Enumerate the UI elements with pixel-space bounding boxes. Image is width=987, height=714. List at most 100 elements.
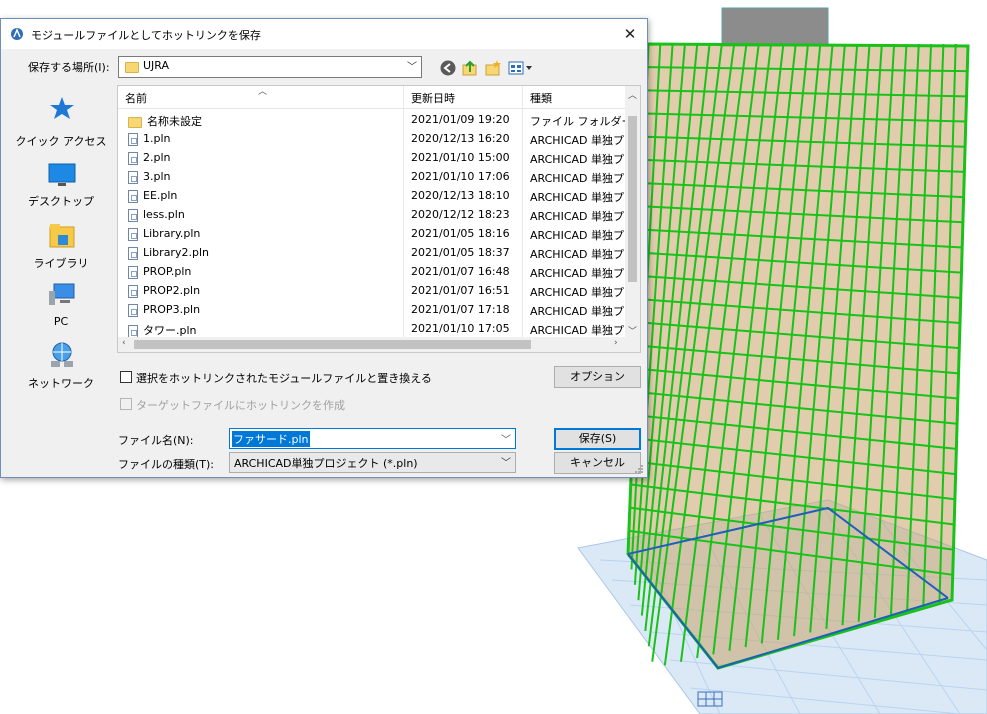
file-name-text: 名称未設定	[147, 115, 202, 128]
save-hotlink-dialog: モジュールファイルとしてホットリンクを保存 ✕ 保存する場所(I): UJRA …	[0, 18, 648, 478]
file-name-text: PROP3.pln	[143, 303, 201, 316]
file-list[interactable]: 名前 ︿ 更新日時 種類 名称未設定 2021/01/09 19:20 ファイル フ…	[117, 85, 641, 353]
scroll-down-icon[interactable]: ﹀	[628, 324, 637, 337]
up-folder-icon[interactable]	[461, 59, 479, 77]
resize-grip-icon[interactable]	[634, 464, 644, 474]
save-in-dropdown[interactable]: UJRA ﹀	[118, 56, 422, 78]
file-type: ARCHICAD 単独プ...	[530, 134, 626, 147]
save-button[interactable]: 保存(S)	[554, 428, 641, 450]
file-type: ARCHICAD 単独プ...	[530, 229, 626, 242]
replace-checkbox[interactable]	[120, 371, 132, 383]
pln-file-icon	[128, 208, 138, 222]
tower-model	[626, 7, 970, 670]
dialog-title: モジュールファイルとしてホットリンクを保存	[31, 29, 261, 42]
close-icon[interactable]: ✕	[619, 23, 641, 45]
file-name: 1.pln	[128, 132, 171, 146]
place-label: ライブラリ	[33, 257, 89, 270]
file-date: 2020/12/12 18:23	[411, 208, 510, 221]
options-button[interactable]: オプション	[554, 366, 641, 388]
new-folder-icon[interactable]	[484, 59, 502, 77]
filename-input[interactable]: ファサード.pln ﹀	[229, 428, 516, 449]
save-in-value: UJRA	[143, 59, 170, 72]
file-row[interactable]: PROP2.pln 2021/01/07 16:51 ARCHICAD 単独プ...	[118, 281, 626, 300]
filetype-label: ファイルの種類(T):	[118, 458, 215, 471]
scroll-right-icon[interactable]: ›	[614, 338, 618, 348]
vertical-scrollbar[interactable]: ︿ ﹀	[625, 86, 640, 338]
file-row[interactable]: 名称未設定 2021/01/09 19:20 ファイル フォルダー	[118, 110, 626, 129]
pln-file-icon	[128, 132, 138, 146]
place-label: デスクトップ	[28, 195, 94, 208]
file-name: タワー.pln	[128, 322, 197, 338]
file-type: ARCHICAD 単独プ...	[530, 248, 626, 261]
chevron-down-icon: ﹀	[407, 62, 417, 73]
file-row[interactable]: 1.pln 2020/12/13 16:20 ARCHICAD 単独プ...	[118, 129, 626, 148]
file-date: 2020/12/13 18:10	[411, 189, 510, 202]
file-row[interactable]: less.pln 2020/12/12 18:23 ARCHICAD 単独プ...	[118, 205, 626, 224]
file-type: ARCHICAD 単独プ...	[530, 267, 626, 280]
file-type: ファイル フォルダー	[530, 115, 626, 128]
file-row[interactable]: 2.pln 2021/01/10 15:00 ARCHICAD 単独プ...	[118, 148, 626, 167]
pln-file-icon	[128, 170, 138, 184]
horizontal-scrollbar[interactable]: ‹ ›	[118, 337, 640, 352]
file-type: ARCHICAD 単独プ...	[530, 305, 626, 318]
pln-file-icon	[128, 303, 138, 317]
file-date: 2021/01/10 15:00	[411, 151, 510, 164]
file-date: 2021/01/07 16:48	[411, 265, 510, 278]
file-name-text: EE.pln	[143, 189, 178, 202]
file-row[interactable]: Library.pln 2021/01/05 18:16 ARCHICAD 単独プ.…	[118, 224, 626, 243]
file-row[interactable]: タワー.pln 2021/01/10 17:05 ARCHICAD 単独プ...	[118, 319, 626, 338]
pln-file-icon	[128, 284, 138, 298]
cancel-button[interactable]: キャンセル	[554, 452, 641, 474]
file-date: 2021/01/05 18:16	[411, 227, 510, 240]
pc-icon	[49, 283, 75, 305]
place-label: クイック アクセス	[15, 135, 107, 148]
file-name: 名称未設定	[128, 113, 202, 129]
filetype-dropdown[interactable]: ARCHICAD単独プロジェクト (*.pln) ﹀	[229, 452, 516, 473]
back-icon[interactable]	[439, 59, 457, 77]
scroll-up-icon[interactable]: ︿	[628, 88, 637, 101]
scroll-left-icon[interactable]: ‹	[122, 338, 126, 348]
file-date: 2021/01/10 17:05	[411, 322, 510, 335]
sort-ascending-icon: ︿	[258, 87, 268, 97]
create-hotlink-checkbox[interactable]	[120, 398, 132, 410]
file-name-text: 2.pln	[143, 151, 171, 164]
place-label: ネットワーク	[28, 377, 94, 390]
file-name: PROP2.pln	[128, 284, 200, 298]
file-name-text: PROP2.pln	[143, 284, 201, 297]
column-name-header[interactable]: 名前	[125, 90, 147, 106]
file-name: 2.pln	[128, 151, 171, 165]
file-name-text: Library2.pln	[143, 246, 209, 259]
file-row[interactable]: PROP3.pln 2021/01/07 17:18 ARCHICAD 単独プ...	[118, 300, 626, 319]
file-list-header: 名前 ︿ 更新日時 種類	[118, 86, 626, 109]
pln-file-icon	[128, 324, 138, 338]
column-date-header[interactable]: 更新日時	[411, 90, 455, 106]
view-menu-icon[interactable]	[508, 59, 534, 77]
file-date: 2021/01/05 18:37	[411, 246, 510, 259]
column-type-header[interactable]: 種類	[530, 90, 552, 106]
file-name-text: 3.pln	[143, 170, 171, 183]
file-type: ARCHICAD 単独プ...	[530, 210, 626, 223]
horizontal-scroll-thumb[interactable]	[134, 340, 531, 349]
file-row[interactable]: PROP.pln 2021/01/07 16:48 ARCHICAD 単独プ...	[118, 262, 626, 281]
file-row[interactable]: EE.pln 2020/12/13 18:10 ARCHICAD 単独プ...	[118, 186, 626, 205]
replace-checkbox-label: 選択をホットリンクされたモジュールファイルと置き換える	[136, 372, 432, 385]
chevron-down-icon[interactable]: ﹀	[501, 431, 511, 446]
file-name: 3.pln	[128, 170, 171, 184]
place-label: PC	[53, 315, 69, 328]
vertical-scroll-thumb[interactable]	[628, 116, 637, 282]
filetype-value: ARCHICAD単独プロジェクト (*.pln)	[234, 457, 418, 470]
file-row[interactable]: Library2.pln 2021/01/05 18:37 ARCHICAD 単独プ…	[118, 243, 626, 262]
folder-icon	[125, 62, 139, 73]
folder-icon	[128, 116, 142, 128]
file-date: 2021/01/07 17:18	[411, 303, 510, 316]
pln-file-icon	[128, 151, 138, 165]
quick-access-star-icon	[50, 97, 74, 119]
pln-file-icon	[128, 246, 138, 260]
file-name: PROP3.pln	[128, 303, 200, 317]
file-name-text: less.pln	[143, 208, 185, 221]
file-row[interactable]: 3.pln 2021/01/10 17:06 ARCHICAD 単独プ...	[118, 167, 626, 186]
filename-value: ファサード.pln	[232, 431, 310, 447]
file-date: 2021/01/09 19:20	[411, 113, 510, 126]
file-date: 2020/12/13 16:20	[411, 132, 510, 145]
chevron-down-icon: ﹀	[501, 458, 511, 469]
